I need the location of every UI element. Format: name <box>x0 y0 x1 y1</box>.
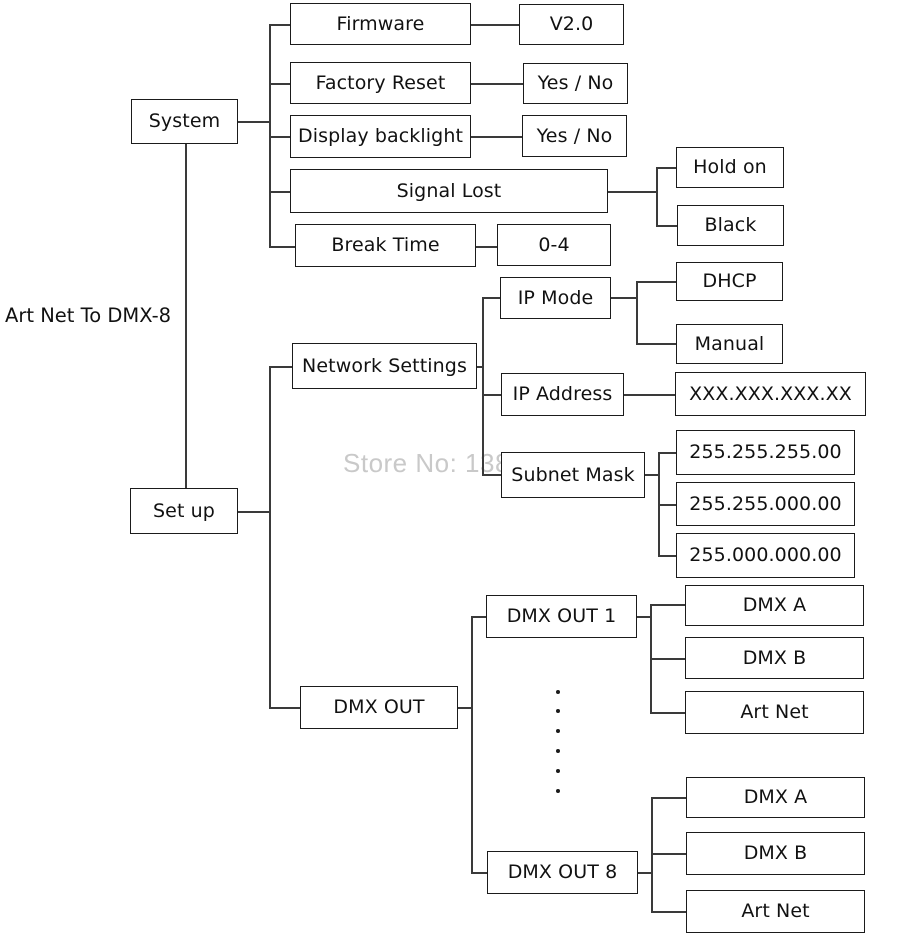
node-dmx-out-1-art-net[interactable]: Art Net <box>685 691 864 734</box>
connector-factory-reset-value <box>471 83 523 85</box>
node-signal-lost[interactable]: Signal Lost <box>290 169 608 213</box>
connector-dmx-out-8 <box>471 872 487 874</box>
node-display-backlight-value[interactable]: Yes / No <box>522 115 627 157</box>
root-label: Art Net To DMX-8 <box>5 304 172 327</box>
signal-lost-branch-bus <box>656 167 658 225</box>
connector-system-break-time <box>269 246 296 248</box>
connector-dmx-out-1-art-net <box>650 712 686 714</box>
connector-dmx-out-8-art-net <box>651 911 687 913</box>
menu-tree-diagram: Art Net To DMX-8 Store No: 1382094 Syste… <box>0 0 902 938</box>
node-subnet-mask[interactable]: Subnet Mask <box>501 452 645 498</box>
node-black[interactable]: Black <box>677 205 784 246</box>
node-dmx-out-8-dmx-a[interactable]: DMX A <box>686 777 865 818</box>
connector-subnet-1 <box>658 452 677 454</box>
connector-subnet-mask-bus <box>645 474 659 476</box>
network-settings-branch-bus <box>482 297 484 475</box>
connector-signal-lost-black <box>656 225 677 227</box>
connector-dmx-out-1-dmx-a <box>650 604 686 606</box>
node-display-backlight[interactable]: Display backlight <box>290 115 471 158</box>
node-dmx-out-8[interactable]: DMX OUT 8 <box>487 851 638 894</box>
connector-dmx-out-8-bus <box>638 872 652 874</box>
connector-network-ip-address <box>482 394 501 396</box>
node-dmx-out[interactable]: DMX OUT <box>300 686 458 729</box>
node-dmx-out-1[interactable]: DMX OUT 1 <box>486 595 637 638</box>
connector-dmx-out-1 <box>471 616 487 618</box>
node-subnet-value-1[interactable]: 255.255.255.00 <box>676 430 855 475</box>
node-ip-address-value[interactable]: XXX.XXX.XXX.XX <box>675 372 866 416</box>
connector-ip-mode-bus <box>611 297 637 299</box>
setup-branch-stub <box>238 511 270 513</box>
node-ip-address[interactable]: IP Address <box>501 373 624 416</box>
connector-system-factory-reset <box>269 83 291 85</box>
dmx-out-branch-bus <box>471 616 473 872</box>
node-ip-mode[interactable]: IP Mode <box>500 277 611 319</box>
node-subnet-value-2[interactable]: 255.255.000.00 <box>676 482 855 526</box>
connector-dmx-out-1-dmx-b <box>650 658 686 660</box>
node-dmx-out-8-dmx-b[interactable]: DMX B <box>686 832 865 875</box>
node-break-time-value[interactable]: 0-4 <box>497 224 611 266</box>
connector-display-backlight-value <box>471 136 522 138</box>
node-system[interactable]: System <box>131 99 238 144</box>
node-firmware-value[interactable]: V2.0 <box>519 4 624 45</box>
node-subnet-value-3[interactable]: 255.000.000.00 <box>676 533 855 578</box>
connector-dmx-out-8-dmx-a <box>651 797 687 799</box>
node-network-settings[interactable]: Network Settings <box>292 343 477 389</box>
trunk-connector <box>185 143 187 489</box>
node-break-time[interactable]: Break Time <box>295 224 476 267</box>
node-hold-on[interactable]: Hold on <box>676 147 784 188</box>
connector-firmware-value <box>471 24 519 26</box>
setup-branch-bus <box>269 366 271 708</box>
node-dmx-out-8-art-net[interactable]: Art Net <box>686 890 865 933</box>
node-dhcp[interactable]: DHCP <box>676 262 783 301</box>
connector-signal-lost-hold-on <box>656 167 677 169</box>
connector-signal-lost-bus <box>608 191 657 193</box>
node-factory-reset[interactable]: Factory Reset <box>290 62 471 104</box>
connector-setup-dmx-out <box>269 707 301 709</box>
connector-system-firmware <box>269 24 291 26</box>
connector-dmx-out-1-bus <box>637 616 651 618</box>
connector-setup-network-settings <box>269 366 293 368</box>
node-manual[interactable]: Manual <box>676 324 783 364</box>
node-dmx-out-1-dmx-b[interactable]: DMX B <box>685 637 864 679</box>
connector-ip-mode-manual <box>636 343 677 345</box>
connector-break-time-value <box>476 246 498 248</box>
node-dmx-out-1-dmx-a[interactable]: DMX A <box>685 585 864 626</box>
node-factory-reset-value[interactable]: Yes / No <box>523 63 628 104</box>
node-setup[interactable]: Set up <box>130 488 238 534</box>
connector-system-display-backlight <box>269 136 291 138</box>
connector-network-ip-mode <box>482 297 501 299</box>
connector-system-signal-lost <box>269 191 291 193</box>
connector-subnet-3 <box>658 555 677 557</box>
connector-network-subnet-mask <box>482 474 501 476</box>
node-firmware[interactable]: Firmware <box>290 3 471 45</box>
system-branch-stub <box>238 121 270 123</box>
connector-ip-mode-dhcp <box>636 281 677 283</box>
dmx-out-8-branch-bus <box>651 797 653 912</box>
connector-subnet-2 <box>658 504 677 506</box>
connector-ip-address-value <box>624 394 676 396</box>
connector-dmx-out-bus <box>458 707 472 709</box>
connector-dmx-out-8-dmx-b <box>651 853 687 855</box>
ip-mode-branch-bus <box>636 281 638 344</box>
